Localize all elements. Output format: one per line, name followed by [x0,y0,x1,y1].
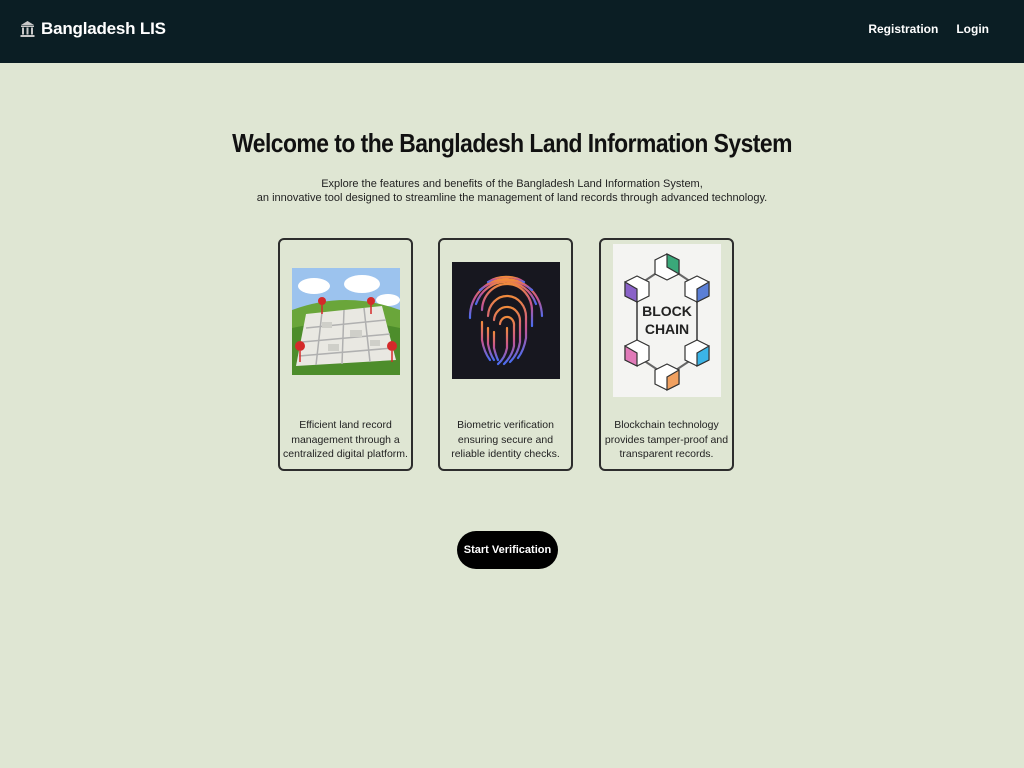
nav-login-link[interactable]: Login [956,22,989,36]
feature-text-biometric: Biometric verification ensuring secure a… [451,419,560,460]
blockchain-label-line-1: BLOCK [642,303,692,319]
blockchain-label-line-2: CHAIN [644,321,688,337]
brand-logo[interactable]: Bangladesh LIS [20,19,166,39]
intro-line-2: an innovative tool designed to streamlin… [256,192,768,204]
feature-card-land-records: Efficient land record management through… [278,238,413,471]
page-title: Welcome to the Bangladesh Land Informati… [232,128,792,158]
intro-line-1: Explore the features and benefits of the… [321,178,703,190]
feature-card-biometric: Biometric verification ensuring secure a… [438,238,573,471]
start-verification-button[interactable]: Start Verification [457,531,558,569]
top-navbar: Bangladesh LIS Registration Login [0,0,1024,63]
fingerprint-illustration [451,262,560,379]
brand-name: Bangladesh LIS [41,19,166,38]
intro-text: Explore the features and benefits of the… [0,177,1024,205]
bank-building-icon [20,21,35,37]
nav-links: Registration Login [868,22,989,36]
feature-text-blockchain: Blockchain technology provides tamper-pr… [604,419,729,460]
land-map-illustration [291,268,400,375]
nav-registration-link[interactable]: Registration [868,22,938,36]
blockchain-illustration: BLOCK CHAIN [612,244,721,397]
feature-text-land-records: Efficient land record management through… [283,419,408,460]
feature-card-blockchain: BLOCK CHAIN Blockchain technology provid… [599,238,734,471]
